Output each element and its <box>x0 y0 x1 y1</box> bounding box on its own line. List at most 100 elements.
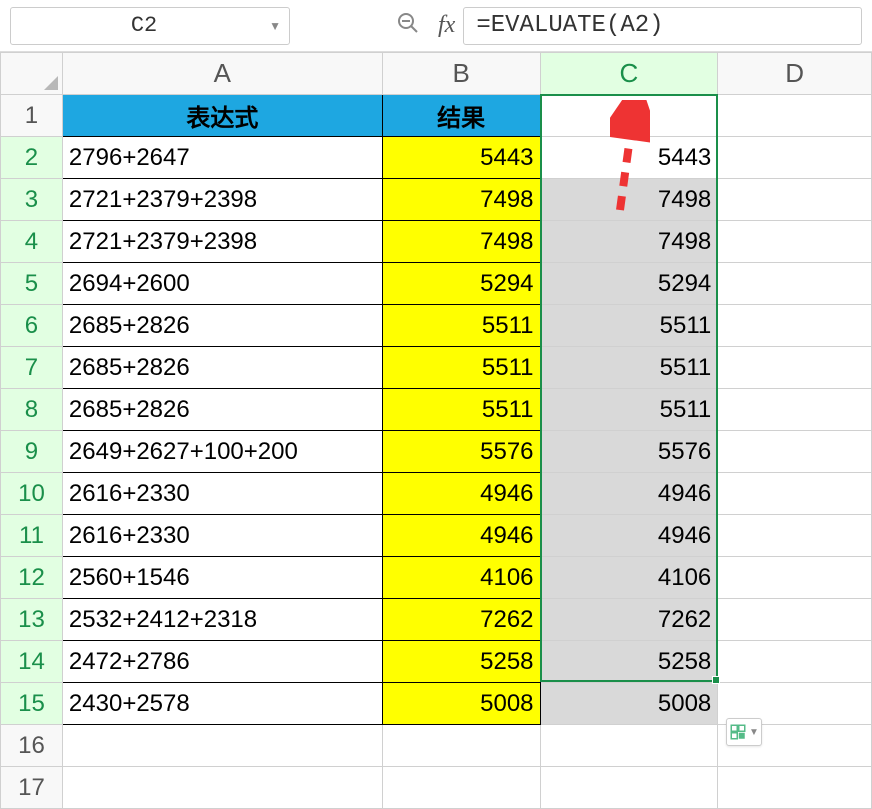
column-header-D[interactable]: D <box>718 53 872 95</box>
cell-expression[interactable]: 2685+2826 <box>62 305 382 347</box>
cell-evaluate[interactable]: 4946 <box>540 473 718 515</box>
cell-expression[interactable]: 2721+2379+2398 <box>62 179 382 221</box>
chevron-down-icon[interactable]: ▼ <box>269 19 281 33</box>
row-header-2[interactable]: 2 <box>1 137 63 179</box>
row-header-10[interactable]: 10 <box>1 473 63 515</box>
cell-evaluate[interactable]: 7498 <box>540 221 718 263</box>
cell-empty[interactable] <box>718 137 872 179</box>
cell-result[interactable]: 5443 <box>382 137 540 179</box>
cell-expression[interactable]: 2430+2578 <box>62 683 382 725</box>
row-header-14[interactable]: 14 <box>1 641 63 683</box>
cell-result[interactable]: 5576 <box>382 431 540 473</box>
formula-bar: C2 ▼ fx =EVALUATE(A2) <box>0 0 872 52</box>
spreadsheet-grid[interactable]: A B C D 1 表达式 结果 22796+26475443544332721… <box>0 52 872 809</box>
row-header-8[interactable]: 8 <box>1 389 63 431</box>
cell-evaluate[interactable]: 4106 <box>540 557 718 599</box>
row-header-1[interactable]: 1 <box>1 95 63 137</box>
cell-empty[interactable] <box>718 263 872 305</box>
row-header-16[interactable]: 16 <box>1 725 63 767</box>
cell-result[interactable]: 7262 <box>382 599 540 641</box>
cell-empty[interactable] <box>540 767 718 809</box>
cell-evaluate[interactable]: 5511 <box>540 305 718 347</box>
row-header-9[interactable]: 9 <box>1 431 63 473</box>
cell-evaluate[interactable]: 7262 <box>540 599 718 641</box>
cell-expression[interactable]: 2472+2786 <box>62 641 382 683</box>
cell-expression[interactable]: 2532+2412+2318 <box>62 599 382 641</box>
row-header-5[interactable]: 5 <box>1 263 63 305</box>
cell-empty[interactable] <box>382 767 540 809</box>
row-header-12[interactable]: 12 <box>1 557 63 599</box>
cell-empty[interactable] <box>718 767 872 809</box>
cell-result[interactable]: 5258 <box>382 641 540 683</box>
cell-evaluate[interactable]: 5576 <box>540 431 718 473</box>
cell-expression[interactable]: 2685+2826 <box>62 389 382 431</box>
formula-text: =EVALUATE(A2) <box>476 12 663 39</box>
cell-result[interactable]: 5008 <box>382 683 540 725</box>
cell-C1[interactable] <box>540 95 718 137</box>
select-all-corner[interactable] <box>1 53 63 95</box>
cell-empty[interactable] <box>718 221 872 263</box>
cell-evaluate[interactable]: 5008 <box>540 683 718 725</box>
name-box-value: C2 <box>19 13 269 38</box>
cell-expression[interactable]: 2694+2600 <box>62 263 382 305</box>
cell-evaluate[interactable]: 5511 <box>540 389 718 431</box>
cell-evaluate[interactable]: 5443 <box>540 137 718 179</box>
cell-result[interactable]: 4946 <box>382 473 540 515</box>
column-header-B[interactable]: B <box>382 53 540 95</box>
cell-empty[interactable] <box>62 725 382 767</box>
cell-empty[interactable] <box>718 305 872 347</box>
fx-icon[interactable]: fx <box>438 12 455 39</box>
row-header-17[interactable]: 17 <box>1 767 63 809</box>
cell-D1[interactable] <box>718 95 872 137</box>
row-header-6[interactable]: 6 <box>1 305 63 347</box>
cell-empty[interactable] <box>718 599 872 641</box>
name-box[interactable]: C2 ▼ <box>10 7 290 45</box>
cell-empty[interactable] <box>718 389 872 431</box>
cell-expression[interactable]: 2616+2330 <box>62 515 382 557</box>
cell-result[interactable]: 4106 <box>382 557 540 599</box>
cell-evaluate[interactable]: 5294 <box>540 263 718 305</box>
cell-evaluate[interactable]: 5511 <box>540 347 718 389</box>
cell-expression[interactable]: 2616+2330 <box>62 473 382 515</box>
cell-expression[interactable]: 2685+2826 <box>62 347 382 389</box>
column-header-C[interactable]: C <box>540 53 718 95</box>
row-header-4[interactable]: 4 <box>1 221 63 263</box>
cell-empty[interactable] <box>62 767 382 809</box>
cell-empty[interactable] <box>718 431 872 473</box>
cell-evaluate[interactable]: 4946 <box>540 515 718 557</box>
cell-empty[interactable] <box>382 725 540 767</box>
cell-result[interactable]: 4946 <box>382 515 540 557</box>
cell-result[interactable]: 7498 <box>382 179 540 221</box>
cell-empty[interactable] <box>718 179 872 221</box>
row-header-15[interactable]: 15 <box>1 683 63 725</box>
cell-result[interactable]: 5511 <box>382 305 540 347</box>
cell-empty[interactable] <box>718 557 872 599</box>
cell-evaluate[interactable]: 5258 <box>540 641 718 683</box>
column-header-A[interactable]: A <box>62 53 382 95</box>
cell-expression[interactable]: 2721+2379+2398 <box>62 221 382 263</box>
cell-empty[interactable] <box>540 725 718 767</box>
cell-empty[interactable] <box>718 347 872 389</box>
row-header-7[interactable]: 7 <box>1 347 63 389</box>
cell-result[interactable]: 5511 <box>382 347 540 389</box>
cell-result[interactable]: 5511 <box>382 389 540 431</box>
paste-options-icon <box>729 723 747 741</box>
row-header-3[interactable]: 3 <box>1 179 63 221</box>
chevron-down-icon: ▼ <box>749 727 759 738</box>
cell-expression[interactable]: 2560+1546 <box>62 557 382 599</box>
cell-evaluate[interactable]: 7498 <box>540 179 718 221</box>
cell-empty[interactable] <box>718 641 872 683</box>
cell-expression[interactable]: 2649+2627+100+200 <box>62 431 382 473</box>
row-header-11[interactable]: 11 <box>1 515 63 557</box>
paste-options-button[interactable]: ▼ <box>726 718 762 746</box>
cell-empty[interactable] <box>718 515 872 557</box>
header-expression[interactable]: 表达式 <box>62 95 382 137</box>
cell-empty[interactable] <box>718 473 872 515</box>
cell-result[interactable]: 5294 <box>382 263 540 305</box>
row-header-13[interactable]: 13 <box>1 599 63 641</box>
zoom-out-icon[interactable] <box>396 11 420 41</box>
formula-input[interactable]: =EVALUATE(A2) <box>463 7 862 45</box>
header-result[interactable]: 结果 <box>382 95 540 137</box>
cell-expression[interactable]: 2796+2647 <box>62 137 382 179</box>
cell-result[interactable]: 7498 <box>382 221 540 263</box>
